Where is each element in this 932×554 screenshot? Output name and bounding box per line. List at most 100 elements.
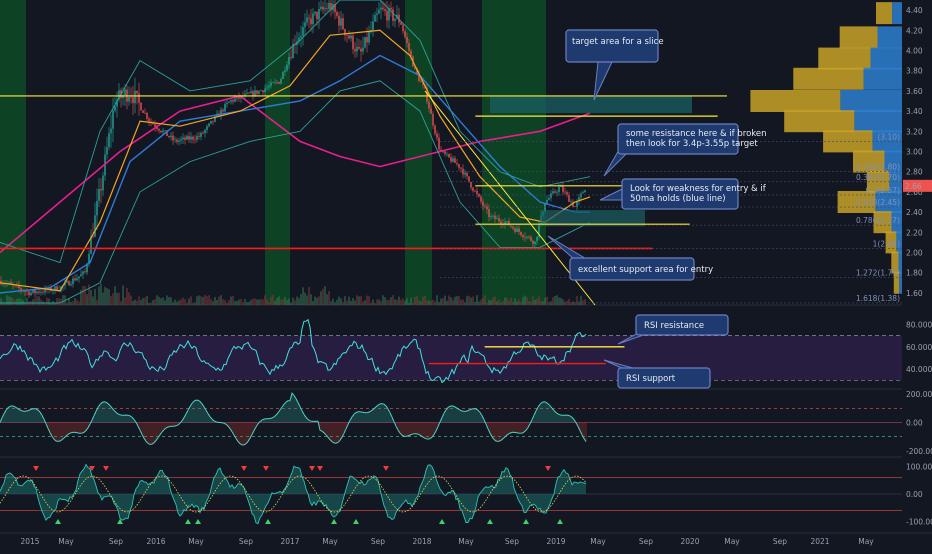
volume-bar (214, 297, 216, 305)
candle-body (108, 133, 110, 148)
candle-body (30, 292, 32, 296)
volume-bar (554, 295, 556, 305)
note-entry-text: Look for weakness for entry & if 50ma hol… (630, 184, 767, 204)
volume-bar (302, 287, 304, 305)
candle-body (302, 27, 304, 36)
volume-bar (304, 292, 306, 305)
volume-bar (352, 298, 354, 305)
volume-bar (502, 301, 504, 305)
volume-bar (556, 295, 558, 305)
candle-body (98, 189, 100, 202)
volume-bar (320, 291, 322, 305)
volume-bar (566, 300, 568, 305)
volume-bar (448, 295, 450, 305)
volume-bar (212, 301, 214, 305)
volume-bar (444, 295, 446, 305)
candle-body (352, 35, 354, 50)
volume-bar (348, 296, 350, 305)
candle-body (328, 2, 330, 9)
time-tick-label: May (724, 537, 740, 546)
volume-bar (488, 299, 490, 305)
volume-bar (280, 299, 282, 305)
candle-body (584, 190, 586, 193)
candle-body (250, 91, 252, 94)
candle-body (136, 90, 138, 94)
volume-bar (420, 301, 422, 305)
green-zone (482, 0, 528, 305)
time-tick-label: May (590, 537, 606, 546)
volume-bar (244, 299, 246, 305)
volume-bar (466, 296, 468, 305)
volume-bar (430, 300, 432, 305)
volume-bar (380, 301, 382, 305)
candle-body (568, 194, 570, 202)
candle-body (162, 130, 164, 133)
volume-bar (206, 296, 208, 305)
candle-body (460, 167, 462, 169)
volume-bar (472, 296, 474, 305)
volume-bar (72, 301, 74, 305)
candle-body (28, 291, 30, 296)
candle-body (226, 102, 228, 105)
candle-body (188, 136, 190, 140)
candle-body (506, 221, 508, 222)
candle-body (248, 92, 250, 94)
volume-bar (136, 300, 138, 305)
osc-axis-label: 0.00 (906, 490, 923, 499)
candle-body (310, 18, 312, 25)
volume-bar (314, 296, 316, 305)
volume-bar (238, 299, 240, 305)
volume-bar (328, 291, 330, 305)
candle-body (566, 192, 568, 195)
candle-body (70, 284, 72, 286)
volume-bar (398, 296, 400, 305)
candle-body (526, 236, 528, 238)
candle-body (444, 151, 446, 155)
volume-bar (582, 300, 584, 305)
volume-bar (474, 302, 476, 305)
volume-bar (550, 301, 552, 305)
price-axis-label: 3.40 (906, 107, 923, 116)
green-zone (0, 0, 26, 305)
price-axis-label: 4.00 (906, 46, 923, 55)
volume-bar (250, 299, 252, 305)
candle-body (512, 226, 514, 229)
candle-body (114, 106, 116, 111)
volume-bar (182, 297, 184, 305)
volume-bar (518, 299, 520, 305)
candle-body (562, 186, 564, 192)
volume-bar (310, 294, 312, 305)
candle-body (452, 158, 454, 162)
candle-body (472, 187, 474, 191)
candle-body (340, 18, 342, 26)
candle-body (102, 175, 104, 191)
price-axis-label: 2.20 (906, 228, 923, 237)
candle-body (450, 157, 452, 162)
candle-body (448, 153, 450, 158)
candle-body (180, 139, 182, 141)
buy-signal-marker (265, 519, 271, 524)
volume-bar (376, 299, 378, 305)
candle-body (96, 201, 98, 216)
volume-bar (110, 296, 112, 305)
volume-bar (124, 297, 126, 305)
volume-bar (148, 302, 150, 305)
volume-bar (56, 298, 58, 305)
candle-body (404, 31, 406, 38)
chart-root: 2015 May Sep 2016 May Sep 2017 May Sep 2018 May Sep… (0, 0, 932, 550)
volume-bar (154, 299, 156, 305)
candle-body (476, 190, 478, 194)
volume-bar (452, 299, 454, 305)
candle-body (132, 97, 134, 104)
volume-bar (434, 301, 436, 305)
volume-profile-buy (840, 89, 902, 112)
buy-signal-marker (55, 519, 61, 524)
candle-body (68, 281, 70, 286)
candle-body (408, 43, 410, 51)
candle-body (224, 104, 226, 112)
candle-body (510, 225, 512, 227)
candle-body (272, 82, 274, 84)
volume-bar (428, 300, 430, 305)
candle-body (432, 113, 434, 126)
volume-bar (360, 296, 362, 305)
